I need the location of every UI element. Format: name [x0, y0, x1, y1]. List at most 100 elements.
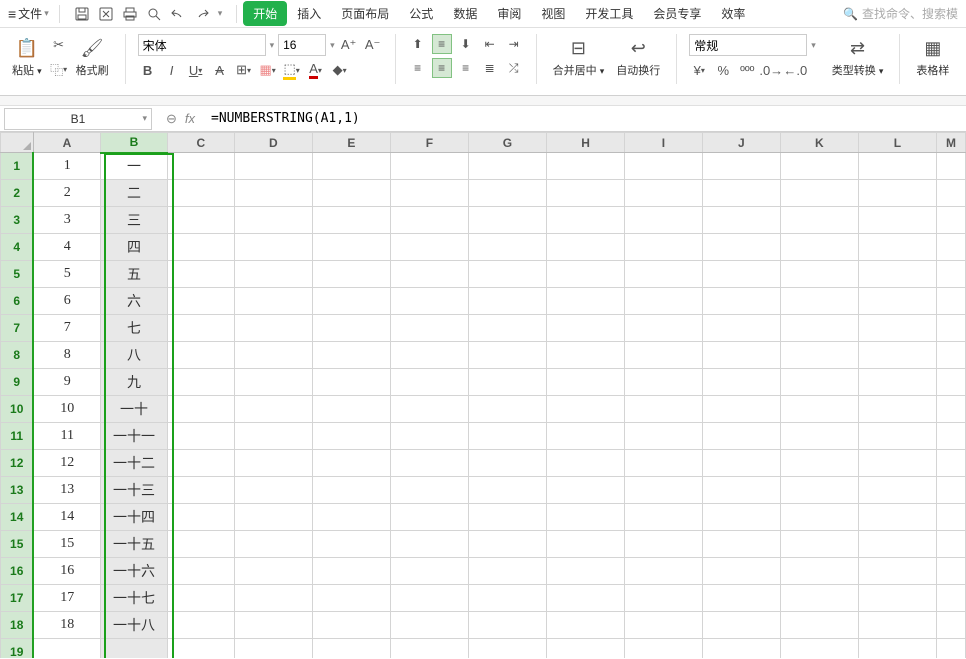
- cell[interactable]: [468, 639, 546, 659]
- cell[interactable]: [625, 315, 703, 342]
- cell[interactable]: 七: [101, 315, 168, 342]
- cell[interactable]: [702, 585, 780, 612]
- cell[interactable]: [936, 423, 965, 450]
- cell[interactable]: [625, 558, 703, 585]
- cell[interactable]: [858, 531, 936, 558]
- cell[interactable]: 5: [33, 261, 100, 288]
- formula-input[interactable]: [205, 108, 966, 130]
- cell[interactable]: [168, 558, 235, 585]
- cell[interactable]: [390, 342, 468, 369]
- cell[interactable]: [234, 639, 312, 659]
- align-middle-icon[interactable]: ≡: [432, 34, 452, 54]
- cell[interactable]: [390, 450, 468, 477]
- cell[interactable]: [702, 234, 780, 261]
- format-painter-button[interactable]: 🖌 格式刷: [72, 34, 113, 80]
- cell[interactable]: [858, 342, 936, 369]
- cell[interactable]: [780, 342, 858, 369]
- cell[interactable]: [936, 612, 965, 639]
- cell[interactable]: [312, 234, 390, 261]
- name-box[interactable]: B1 ▾: [4, 108, 152, 130]
- cell[interactable]: [234, 315, 312, 342]
- font-size-select[interactable]: [278, 34, 326, 56]
- cell[interactable]: 一十: [101, 396, 168, 423]
- row-header[interactable]: 6: [1, 288, 34, 315]
- cell[interactable]: [858, 450, 936, 477]
- cell[interactable]: [168, 315, 235, 342]
- cell[interactable]: [547, 153, 625, 180]
- cell[interactable]: [858, 477, 936, 504]
- cell[interactable]: [625, 504, 703, 531]
- paste-button[interactable]: 📋 粘贴 ▾: [8, 34, 46, 80]
- cell[interactable]: [858, 234, 936, 261]
- cell[interactable]: [858, 261, 936, 288]
- cell[interactable]: [547, 558, 625, 585]
- cell[interactable]: [780, 585, 858, 612]
- row-header[interactable]: 15: [1, 531, 34, 558]
- tab-efficiency[interactable]: 效率: [711, 1, 755, 26]
- column-header[interactable]: M: [936, 133, 965, 153]
- cell[interactable]: [625, 477, 703, 504]
- cell[interactable]: 一十三: [101, 477, 168, 504]
- cell[interactable]: [780, 207, 858, 234]
- cell[interactable]: [468, 423, 546, 450]
- cell[interactable]: 18: [33, 612, 100, 639]
- cell[interactable]: [702, 153, 780, 180]
- justify-icon[interactable]: ≣: [480, 58, 500, 78]
- cell[interactable]: [312, 558, 390, 585]
- align-top-icon[interactable]: ⬆: [408, 34, 428, 54]
- cell[interactable]: [234, 585, 312, 612]
- cut-icon[interactable]: ✂: [50, 36, 68, 54]
- cell[interactable]: [468, 504, 546, 531]
- tab-insert[interactable]: 插入: [287, 1, 331, 26]
- cell[interactable]: [858, 396, 936, 423]
- cell[interactable]: [468, 207, 546, 234]
- cell[interactable]: [936, 369, 965, 396]
- cell[interactable]: [702, 639, 780, 659]
- cell[interactable]: 一十四: [101, 504, 168, 531]
- cell[interactable]: [858, 315, 936, 342]
- cell[interactable]: [547, 180, 625, 207]
- cell[interactable]: 一十五: [101, 531, 168, 558]
- cell[interactable]: [625, 288, 703, 315]
- chevron-down-icon[interactable]: ▾: [218, 8, 223, 19]
- cell[interactable]: [468, 612, 546, 639]
- search-box[interactable]: 🔍 查找命令、搜索模: [843, 5, 962, 22]
- tab-dev-tools[interactable]: 开发工具: [575, 1, 643, 26]
- cell[interactable]: [780, 369, 858, 396]
- cell[interactable]: [780, 612, 858, 639]
- type-convert-button[interactable]: ⇄ 类型转换 ▾: [828, 34, 888, 80]
- cell[interactable]: [702, 423, 780, 450]
- number-format-select[interactable]: [689, 34, 807, 56]
- row-header[interactable]: 11: [1, 423, 34, 450]
- cell[interactable]: [858, 153, 936, 180]
- row-header[interactable]: 14: [1, 504, 34, 531]
- cell[interactable]: 16: [33, 558, 100, 585]
- cell[interactable]: 8: [33, 342, 100, 369]
- cell[interactable]: [33, 639, 100, 659]
- cell[interactable]: [234, 423, 312, 450]
- cell[interactable]: [468, 477, 546, 504]
- cell[interactable]: 3: [33, 207, 100, 234]
- column-header[interactable]: K: [780, 133, 858, 153]
- tab-page-layout[interactable]: 页面布局: [331, 1, 399, 26]
- row-header[interactable]: 2: [1, 180, 34, 207]
- cell[interactable]: [168, 477, 235, 504]
- italic-button[interactable]: I: [162, 60, 182, 80]
- cell[interactable]: [312, 639, 390, 659]
- cell[interactable]: [547, 612, 625, 639]
- cell[interactable]: [702, 531, 780, 558]
- cell[interactable]: 一十八: [101, 612, 168, 639]
- cell[interactable]: 一十六: [101, 558, 168, 585]
- row-header[interactable]: 13: [1, 477, 34, 504]
- cell[interactable]: [858, 585, 936, 612]
- cell[interactable]: [936, 558, 965, 585]
- cell[interactable]: [780, 234, 858, 261]
- cell[interactable]: [702, 342, 780, 369]
- cell[interactable]: [168, 504, 235, 531]
- cell[interactable]: [936, 153, 965, 180]
- cell[interactable]: [168, 450, 235, 477]
- cell[interactable]: 三: [101, 207, 168, 234]
- cell[interactable]: [168, 153, 235, 180]
- cell[interactable]: [702, 180, 780, 207]
- border-button[interactable]: ⊞ ▾: [234, 60, 254, 80]
